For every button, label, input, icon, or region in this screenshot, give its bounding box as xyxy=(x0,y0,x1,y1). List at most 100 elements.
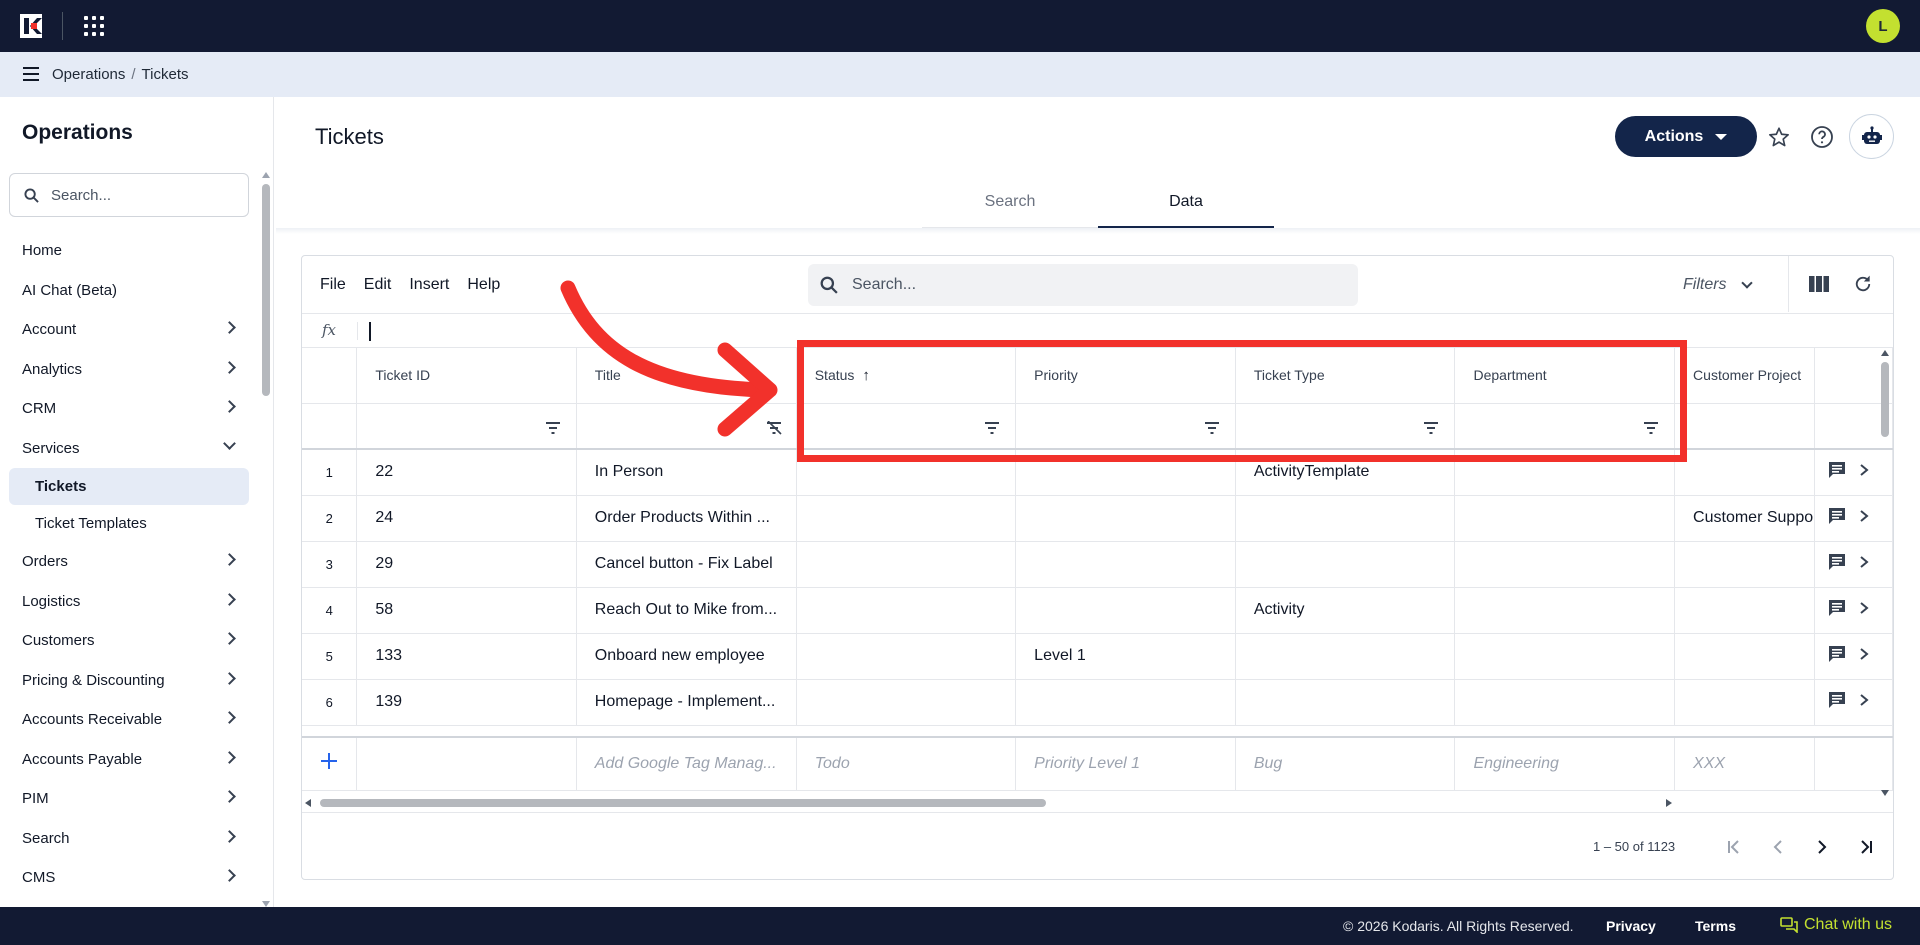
sidebar-item-accounts-payable[interactable]: Accounts Payable xyxy=(0,740,258,780)
table-cell[interactable] xyxy=(1674,449,1816,496)
chevron-right-icon[interactable] xyxy=(1859,693,1869,712)
column-filter-cell[interactable] xyxy=(576,403,797,450)
kodaris-logo[interactable] xyxy=(20,14,42,38)
table-row[interactable]: 3 29 Cancel button - Fix Label xyxy=(302,541,1893,588)
table-cell[interactable] xyxy=(1454,679,1676,726)
breadcrumb-root[interactable]: Operations xyxy=(52,66,125,83)
sidebar-item-logistics[interactable]: Logistics xyxy=(0,582,258,622)
add-row-field[interactable]: XXX xyxy=(1674,736,1816,791)
table-cell[interactable]: Cancel button - Fix Label xyxy=(576,541,797,588)
table-cell[interactable]: Activity xyxy=(1235,587,1456,634)
column-filter-cell[interactable] xyxy=(356,403,577,450)
table-cell[interactable] xyxy=(1015,587,1236,634)
table-row[interactable]: 4 58 Reach Out to Mike from... Activity xyxy=(302,587,1893,634)
sidebar-item-account[interactable]: Account xyxy=(0,310,258,350)
add-row-field[interactable]: Bug xyxy=(1235,736,1456,791)
table-cell[interactable] xyxy=(1674,587,1816,634)
comment-icon[interactable] xyxy=(1827,690,1847,715)
table-cell[interactable] xyxy=(1015,495,1236,542)
sidebar-item-customer-knowledge-b[interactable]: Customer Knowledge B... xyxy=(0,898,258,908)
sidebar-item-crm[interactable]: CRM xyxy=(0,389,258,429)
filter-icon[interactable] xyxy=(1424,421,1439,434)
table-cell[interactable]: ActivityTemplate xyxy=(1235,449,1456,496)
chevron-right-icon[interactable] xyxy=(1859,647,1869,666)
sidebar-search[interactable] xyxy=(9,173,249,217)
table-cell[interactable]: 29 xyxy=(356,541,577,588)
menu-edit[interactable]: Edit xyxy=(364,276,392,294)
tab-search[interactable]: Search xyxy=(922,182,1098,228)
sidebar-item-pricing-discounting[interactable]: Pricing & Discounting xyxy=(0,661,258,701)
star-icon[interactable] xyxy=(1764,122,1794,152)
table-cell[interactable] xyxy=(1015,449,1236,496)
table-cell[interactable] xyxy=(1235,495,1456,542)
columns-icon[interactable] xyxy=(1804,269,1834,299)
tab-data[interactable]: Data xyxy=(1098,182,1274,228)
add-row-field[interactable]: Engineering xyxy=(1454,736,1676,791)
sidebar-item-ai-chat-beta[interactable]: AI Chat (Beta) xyxy=(0,271,258,311)
table-cell[interactable]: 139 xyxy=(356,679,577,726)
table-row[interactable]: 2 24 Order Products Within ... Customer Sup… xyxy=(302,495,1893,542)
table-cell[interactable] xyxy=(1674,541,1816,588)
table-cell[interactable]: Customer Suppo xyxy=(1674,495,1816,542)
chat-button[interactable]: Chat with us xyxy=(1780,916,1892,934)
sort-ascending-icon[interactable]: ↑ xyxy=(862,367,870,384)
add-row[interactable]: Add Google Tag Manag... Todo Priority Leve… xyxy=(302,736,1893,791)
table-cell[interactable] xyxy=(1454,633,1676,680)
filter-icon[interactable] xyxy=(545,421,560,434)
comment-icon[interactable] xyxy=(1827,460,1847,485)
table-cell[interactable]: In Person xyxy=(576,449,797,496)
comment-icon[interactable] xyxy=(1827,598,1847,623)
add-row-field[interactable]: Todo xyxy=(796,736,1017,791)
column-filter-cell[interactable] xyxy=(1454,403,1676,450)
chevron-right-icon[interactable] xyxy=(1859,601,1869,620)
next-page-icon[interactable] xyxy=(1810,835,1834,859)
filter-icon[interactable] xyxy=(1644,421,1659,434)
sidebar-item-pim[interactable]: PIM xyxy=(0,779,258,819)
table-cell[interactable] xyxy=(796,587,1017,634)
privacy-link[interactable]: Privacy xyxy=(1606,918,1656,934)
column-header-priority[interactable]: Priority xyxy=(1015,348,1236,404)
terms-link[interactable]: Terms xyxy=(1695,918,1736,934)
menu-icon[interactable] xyxy=(23,67,39,81)
add-row-field[interactable]: Add Google Tag Manag... xyxy=(576,736,797,791)
user-avatar[interactable]: L xyxy=(1866,9,1900,43)
table-cell[interactable] xyxy=(1454,449,1676,496)
column-filter-cell[interactable] xyxy=(1235,403,1456,450)
add-row-field[interactable] xyxy=(356,736,577,791)
table-cell[interactable]: Level 1 xyxy=(1015,633,1236,680)
clear-filter-icon[interactable] xyxy=(766,419,782,435)
apps-grid-icon[interactable] xyxy=(84,16,104,36)
sidebar-subitem-ticket-templates[interactable]: Ticket Templates xyxy=(9,505,249,542)
ai-assistant-button[interactable] xyxy=(1849,114,1894,159)
comment-icon[interactable] xyxy=(1827,644,1847,669)
table-cell[interactable] xyxy=(1674,633,1816,680)
table-cell[interactable]: 24 xyxy=(356,495,577,542)
table-cell[interactable] xyxy=(796,495,1017,542)
sidebar-scrollbar[interactable] xyxy=(261,172,271,907)
add-row-icon[interactable] xyxy=(302,736,358,791)
grid-vertical-scrollbar[interactable] xyxy=(1878,348,1892,796)
menu-insert[interactable]: Insert xyxy=(409,276,449,294)
sidebar-item-analytics[interactable]: Analytics xyxy=(0,350,258,390)
table-cell[interactable]: Order Products Within ... xyxy=(576,495,797,542)
formula-bar[interactable]: fx xyxy=(302,313,1893,348)
actions-button[interactable]: Actions xyxy=(1615,116,1757,157)
help-icon[interactable] xyxy=(1807,122,1837,152)
previous-page-icon[interactable] xyxy=(1766,835,1790,859)
menu-file[interactable]: File xyxy=(320,276,346,294)
column-header-ticket-type[interactable]: Ticket Type xyxy=(1235,348,1456,404)
table-cell[interactable]: Reach Out to Mike from... xyxy=(576,587,797,634)
filter-icon[interactable] xyxy=(985,421,1000,434)
column-filter-cell[interactable] xyxy=(1674,403,1816,450)
table-cell[interactable] xyxy=(1454,541,1676,588)
filters-dropdown[interactable]: Filters xyxy=(1683,276,1753,294)
sidebar-search-input[interactable] xyxy=(51,186,231,204)
table-cell[interactable]: Onboard new employee xyxy=(576,633,797,680)
column-filter-cell[interactable] xyxy=(796,403,1017,450)
menu-help[interactable]: Help xyxy=(467,276,500,294)
table-cell[interactable] xyxy=(1015,679,1236,726)
grid-search[interactable] xyxy=(808,264,1358,306)
table-cell[interactable] xyxy=(796,449,1017,496)
column-header-department[interactable]: Department xyxy=(1454,348,1676,404)
sidebar-item-search[interactable]: Search xyxy=(0,819,258,859)
